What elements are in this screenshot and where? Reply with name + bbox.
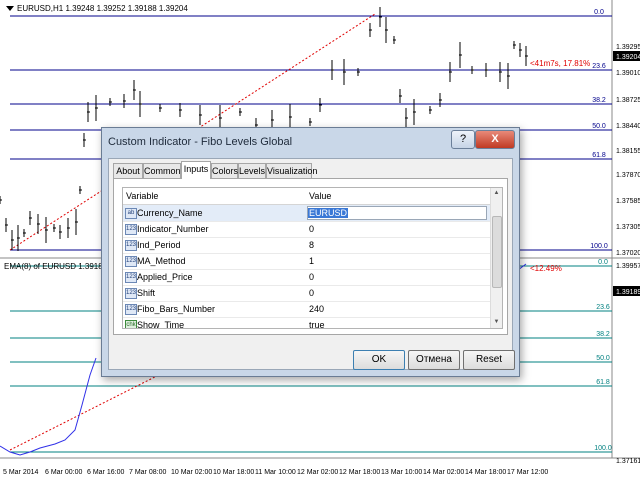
date-label: 17 Mar 12:00 <box>507 469 548 476</box>
fibo-level-label: 100.0 <box>590 243 608 250</box>
sub-fibo-level-label: 61.8 <box>596 379 610 386</box>
sub-price-label: 1.39189 <box>616 289 640 296</box>
integer-type-icon: 123 <box>125 256 137 267</box>
input-value: 240 <box>309 304 325 314</box>
sub-fibo-note: <12.49% <box>530 264 562 273</box>
input-row-applied-price[interactable]: 123 Applied_Price 0 <box>123 269 490 286</box>
input-value: 8 <box>309 240 315 250</box>
price-label: 1.39204 <box>616 54 640 61</box>
string-type-icon: ab <box>125 208 137 219</box>
currency-name-value: EURUSD <box>308 208 349 218</box>
indicator-label: EMA(8) of EURUSD 1.39189 <box>4 262 108 271</box>
input-row-fibo-bars-number[interactable]: 123 Fibo_Bars_Number 240 <box>123 301 490 318</box>
scroll-down-icon[interactable]: ▼ <box>492 318 501 327</box>
fibo-level-label: 38.2 <box>592 97 606 104</box>
price-labels: 1.39295 1.39204 1.39010 1.38725 1.38440 1.381… <box>613 44 640 257</box>
column-variable: Variable <box>126 191 159 201</box>
grid-scrollbar[interactable]: ▲ ▼ <box>490 188 502 328</box>
input-row-show-time[interactable]: chk Show_Time true <box>123 317 490 329</box>
input-value: 0 <box>309 224 315 234</box>
fibo-level-label: 0.0 <box>594 9 604 16</box>
date-label: 6 Mar 00:00 <box>45 469 82 476</box>
scroll-thumb[interactable] <box>492 216 502 288</box>
sub-price-label: 1.39957 <box>616 263 640 270</box>
date-label: 11 Mar 10:00 <box>255 469 296 476</box>
price-label: 1.38440 <box>616 123 640 130</box>
date-label: 6 Mar 16:00 <box>87 469 124 476</box>
date-label: 10 Mar 18:00 <box>213 469 254 476</box>
sub-price-label: 1.37161 <box>616 458 640 465</box>
inputs-panel: Variable Value ab Currency_Name EURUSD 1… <box>113 178 508 335</box>
input-value: true <box>309 320 325 329</box>
dialog-body: About Common Inputs Colors Levels Visual… <box>108 158 515 370</box>
integer-type-icon: 123 <box>125 272 137 283</box>
ok-button[interactable]: OK <box>353 350 405 370</box>
tab-visualization[interactable]: Visualization <box>266 163 317 179</box>
input-value: 0 <box>309 272 315 282</box>
sub-fibo-level-label: 38.2 <box>596 331 610 338</box>
price-label: 1.38725 <box>616 97 640 104</box>
tab-common[interactable]: Common <box>143 163 181 179</box>
fibo-level-label: 61.8 <box>592 152 606 159</box>
sub-fibo-level-label: 50.0 <box>596 355 610 362</box>
tab-about[interactable]: About <box>113 163 143 179</box>
price-label: 1.37585 <box>616 198 640 205</box>
dialog-title: Custom Indicator - Fibo Levels Global <box>108 136 293 148</box>
input-name: Show_Time <box>137 320 185 329</box>
integer-type-icon: 123 <box>125 224 137 235</box>
input-row-indicator-number[interactable]: 123 Indicator_Number 0 <box>123 221 490 238</box>
date-label: 5 Mar 2014 <box>3 469 39 476</box>
integer-type-icon: 123 <box>125 240 137 251</box>
input-value: 0 <box>309 288 315 298</box>
tab-levels[interactable]: Levels <box>238 163 266 179</box>
cancel-button[interactable]: Отмена <box>408 350 460 370</box>
custom-indicator-dialog: Custom Indicator - Fibo Levels Global ? … <box>101 127 520 377</box>
price-label: 1.38155 <box>616 148 640 155</box>
grid-header: Variable Value <box>123 188 490 205</box>
price-label: 1.37305 <box>616 224 640 231</box>
boolean-type-icon: chk <box>125 320 137 328</box>
scroll-up-icon[interactable]: ▲ <box>492 189 501 198</box>
main-fibo-note: <41m7s, 17.81% <box>530 59 590 68</box>
input-row-ind-period[interactable]: 123 Ind_Period 8 <box>123 237 490 254</box>
reset-button[interactable]: Reset <box>463 350 515 370</box>
sub-fibo-level-label: 23.6 <box>596 304 610 311</box>
input-row-shift[interactable]: 123 Shift 0 <box>123 285 490 302</box>
input-name: Shift <box>137 288 156 298</box>
fibo-level-label: 23.6 <box>592 63 606 70</box>
input-name: Applied_Price <box>137 272 193 282</box>
date-label: 12 Mar 18:00 <box>339 469 380 476</box>
date-label: 13 Mar 10:00 <box>381 469 422 476</box>
input-row-currency-name[interactable]: ab Currency_Name EURUSD <box>123 205 490 222</box>
fibo-level-label: 50.0 <box>592 123 606 130</box>
help-button[interactable]: ? <box>451 130 475 149</box>
sub-fibo-level-label: 100.0 <box>594 445 612 452</box>
currency-name-input[interactable]: EURUSD <box>307 206 487 220</box>
tab-colors[interactable]: Colors <box>211 163 238 179</box>
date-label: 12 Mar 02:00 <box>297 469 338 476</box>
close-button[interactable]: X <box>475 130 515 149</box>
input-value: 1 <box>309 256 315 266</box>
date-label: 14 Mar 18:00 <box>465 469 506 476</box>
input-name: MA_Method <box>137 256 186 266</box>
input-name: Indicator_Number <box>137 224 209 234</box>
price-label: 1.39295 <box>616 44 640 51</box>
integer-type-icon: 123 <box>125 304 137 315</box>
price-label: 1.39010 <box>616 70 640 77</box>
date-label: 10 Mar 02:00 <box>171 469 212 476</box>
input-name: Fibo_Bars_Number <box>137 304 216 314</box>
integer-type-icon: 123 <box>125 288 137 299</box>
inputs-grid: Variable Value ab Currency_Name EURUSD 1… <box>122 187 503 329</box>
price-label: 1.37870 <box>616 172 640 179</box>
chart-header: EURUSD,H1 1.39248 1.39252 1.39188 1.3920… <box>17 4 188 13</box>
tab-inputs[interactable]: Inputs <box>181 161 211 179</box>
input-name: Ind_Period <box>137 240 181 250</box>
date-label: 7 Mar 08:00 <box>129 469 166 476</box>
column-value: Value <box>309 191 332 201</box>
input-name: Currency_Name <box>137 208 203 218</box>
sub-fibo-level-label: 0.0 <box>598 259 608 266</box>
price-label: 1.37020 <box>616 250 640 257</box>
date-label: 14 Mar 02:00 <box>423 469 464 476</box>
input-row-ma-method[interactable]: 123 MA_Method 1 <box>123 253 490 270</box>
